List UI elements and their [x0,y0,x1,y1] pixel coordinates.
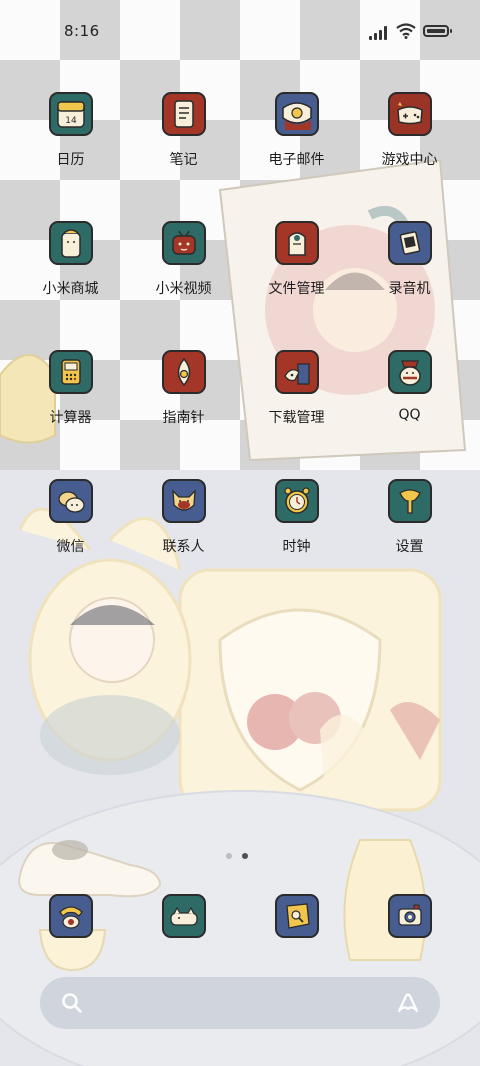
page-dot-2-active[interactable] [242,853,248,859]
folder-icon [274,221,319,265]
app-label: 日历 [56,152,85,168]
status-time: 8:16 [64,22,100,40]
status-bar: 8:16 [0,0,480,62]
calculator-icon [48,350,93,394]
video-icon [161,221,206,265]
app-grid: 14 日历 笔记 电子邮件 游戏中心 小米商城 小米视频 文件管理 录音机 计算… [14,92,466,608]
cellular-signal-icon [369,26,391,40]
app-label: 小米视频 [155,281,212,297]
dock-browser[interactable] [240,894,353,940]
messages-icon [161,894,206,938]
battery-icon [423,25,452,37]
app-label: 小米商城 [42,281,99,297]
app-compass[interactable]: 指南针 [127,350,240,479]
app-qq[interactable]: QQ [353,350,466,479]
assistant-icon[interactable] [396,992,420,1014]
app-label: 电子邮件 [268,152,325,168]
app-contacts[interactable]: 联系人 [127,479,240,608]
app-mi-store[interactable]: 小米商城 [14,221,127,350]
mail-icon [274,92,319,136]
wifi-icon [396,23,416,39]
app-label: QQ [398,407,421,423]
recorder-icon [387,221,432,265]
app-label: 联系人 [162,539,205,555]
app-label: 计算器 [49,410,92,426]
settings-icon [387,479,432,523]
dock [14,894,466,940]
app-download-manager[interactable]: 下载管理 [240,350,353,479]
app-mail[interactable]: 电子邮件 [240,92,353,221]
wallpaper-cat [18,840,162,898]
browser-icon [274,894,319,938]
app-game-center[interactable]: 游戏中心 [353,92,466,221]
wechat-icon [48,479,93,523]
page-dot-1[interactable] [226,853,232,859]
calendar-icon: 14 [48,92,93,136]
app-settings[interactable]: 设置 [353,479,466,608]
compass-icon [161,350,206,394]
page-indicator[interactable] [226,853,248,859]
search-icon[interactable] [61,992,83,1014]
phone-icon [48,894,93,938]
dock-messages[interactable] [127,894,240,940]
clock-icon [274,479,319,523]
app-label: 笔记 [169,152,198,168]
note-icon [161,92,206,136]
dock-phone[interactable] [14,894,127,940]
app-label: 微信 [56,539,85,555]
app-mi-video[interactable]: 小米视频 [127,221,240,350]
app-recorder[interactable]: 录音机 [353,221,466,350]
app-label: 时钟 [282,539,311,555]
qq-icon [387,350,432,394]
app-label: 下载管理 [268,410,325,426]
game-controller-icon [387,92,432,136]
contacts-icon [161,479,206,523]
app-label: 文件管理 [268,281,325,297]
dock-camera[interactable] [353,894,466,940]
app-label: 游戏中心 [381,152,438,168]
download-icon [274,350,319,394]
app-wechat[interactable]: 微信 [14,479,127,608]
app-label: 录音机 [388,281,431,297]
app-notes[interactable]: 笔记 [127,92,240,221]
shop-icon [48,221,93,265]
app-label: 指南针 [162,410,205,426]
search-bar[interactable] [40,977,440,1029]
app-file-manager[interactable]: 文件管理 [240,221,353,350]
camera-icon [387,894,432,938]
app-calculator[interactable]: 计算器 [14,350,127,479]
app-clock[interactable]: 时钟 [240,479,353,608]
svg-text:14: 14 [65,116,77,126]
app-calendar[interactable]: 14 日历 [14,92,127,221]
app-label: 设置 [395,539,424,555]
